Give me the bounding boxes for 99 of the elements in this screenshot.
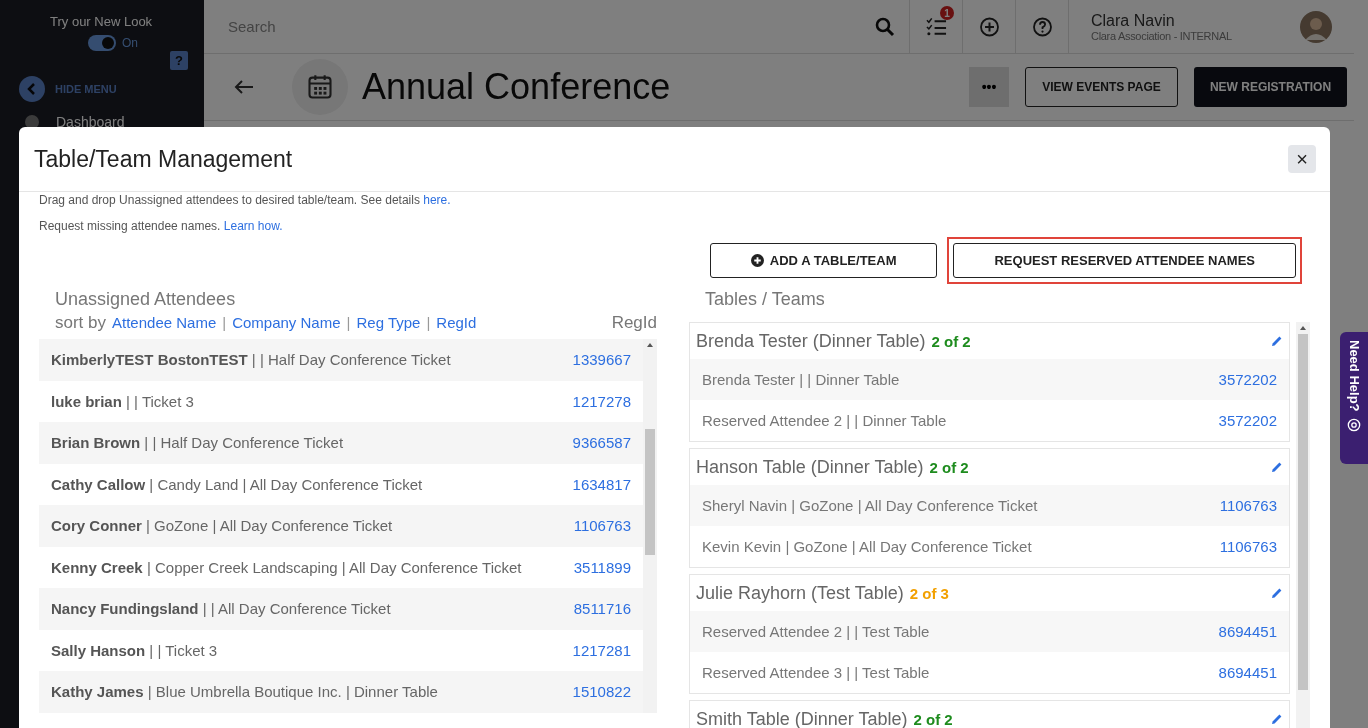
header-button[interactable]: NEW REGISTRATION	[1194, 67, 1347, 107]
registration-number-link[interactable]: 8511716	[573, 600, 631, 618]
registration-number-link[interactable]: 8694451	[1218, 664, 1277, 681]
attendee-text: Kenny Creek | Copper Creek Landscaping | All Day Conference Ticket	[51, 558, 522, 576]
info-text: Drag and drop Unassigned attendees to desired table/team. See details here.	[39, 192, 451, 209]
sidebar-item[interactable]: Dashboard	[56, 114, 125, 130]
registration-number-link[interactable]: 9366587	[572, 434, 631, 452]
attendee-row[interactable]: luke brian | | Ticket 3 1217278	[39, 380, 643, 422]
user-organization: Clara Association - INTERNAL	[1091, 29, 1233, 42]
modal-title: Table/Team Management	[34, 145, 293, 173]
help-link[interactable]: here.	[423, 193, 451, 207]
attendee-row[interactable]: KimberlyTEST BostonTEST | | Half Day Conference Ticket 1339667	[39, 339, 643, 381]
member-row[interactable]: Kevin Kevin | GoZone | All Day Conference Ticket 1106763	[690, 526, 1289, 567]
page-title: Annual Conference	[362, 66, 672, 108]
plus-circle-icon	[750, 254, 764, 267]
attendee-text: Kathy James | Blue Umbrella Boutique Inc. | Dinner Table	[51, 683, 438, 701]
scrollbar[interactable]	[1296, 322, 1310, 728]
help-icon[interactable]	[1031, 16, 1053, 37]
toggle-label: On	[122, 36, 138, 50]
attendee-text: Cory Conner | GoZone | All Day Conference Ticket	[51, 517, 393, 535]
registration-number-link[interactable]: 1339667	[572, 351, 631, 369]
separator: |	[346, 314, 351, 331]
registration-number-link[interactable]: 3572202	[1218, 371, 1277, 388]
registration-number-link[interactable]: 1634817	[572, 475, 631, 493]
new-look-label: Try our New Look	[49, 14, 154, 29]
registration-number-link[interactable]: 1510822	[572, 683, 631, 701]
member-text: Brenda Tester | | Dinner Table	[702, 371, 900, 388]
close-button[interactable]: ×	[1288, 145, 1316, 173]
member-text: Reserved Attendee 2 | | Test Table	[702, 623, 930, 640]
member-text: Sheryl Navin | GoZone | All Day Conference Ticket	[702, 497, 1038, 514]
attendee-text: Cathy Callow | Candy Land | All Day Conference Ticket	[51, 475, 423, 493]
attendee-row[interactable]: Kathy James | Blue Umbrella Boutique Inc. | Dinner Table 1510822	[39, 671, 643, 713]
section-title: Unassigned Attendees	[54, 289, 237, 311]
pencil-icon[interactable]	[1271, 461, 1283, 473]
member-row[interactable]: Reserved Attendee 2 | | Dinner Table 3572202	[690, 400, 1289, 441]
table-name: Brenda Tester (Dinner Table)	[696, 330, 926, 352]
registration-number-link[interactable]: 1106763	[573, 517, 631, 535]
member-row[interactable]: Reserved Attendee 2 | | Test Table 8694451	[690, 611, 1289, 652]
seat-count: 2 of 2	[913, 710, 953, 728]
help-link[interactable]: Learn how.	[223, 219, 283, 233]
attendee-text: luke brian | | Ticket 3	[51, 392, 194, 410]
sort-link[interactable]: RegId	[436, 314, 477, 331]
member-row[interactable]: Reserved Attendee 3 | | Test Table 8694451	[690, 652, 1289, 693]
attendee-text: Sally Hanson | | Ticket 3	[51, 641, 218, 659]
action-button[interactable]: ADD A TABLE/TEAM	[709, 243, 938, 278]
separator: |	[222, 314, 227, 331]
lifebuoy-icon	[1347, 417, 1361, 432]
registration-number-link[interactable]: 1217281	[572, 641, 631, 659]
registration-number-link[interactable]: 1106763	[1219, 497, 1277, 514]
avatar-icon[interactable]	[1300, 10, 1332, 43]
table-name: Julie Rayhorn (Test Table)	[696, 582, 904, 604]
attendee-row[interactable]: Kenny Creek | Copper Creek Landscaping | All Day Conference Ticket 3511899	[39, 546, 643, 588]
attendee-row[interactable]: Brian Brown | | Half Day Conference Ticket 9366587	[39, 422, 643, 464]
header-button[interactable]: VIEW EVENTS PAGE	[1025, 67, 1178, 107]
pencil-icon[interactable]	[1271, 335, 1283, 347]
user-name[interactable]: Clara Navin	[1091, 11, 1300, 30]
seat-count: 2 of 2	[931, 332, 971, 350]
seat-count: 2 of 2	[929, 458, 969, 476]
registration-number-link[interactable]: 1106763	[1219, 538, 1277, 555]
checklist-icon[interactable]	[925, 16, 947, 37]
member-row[interactable]: Sheryl Navin | GoZone | All Day Conference Ticket 1106763	[690, 485, 1289, 526]
registration-number-link[interactable]: 3572202	[1218, 412, 1277, 429]
member-row[interactable]: Brenda Tester | | Dinner Table 3572202	[690, 359, 1289, 400]
search-icon[interactable]	[875, 16, 895, 37]
registration-number-link[interactable]: 8694451	[1218, 623, 1277, 640]
attendee-row[interactable]: Sally Hanson | | Ticket 3 1217281	[39, 629, 643, 671]
notification-badge: 1	[940, 6, 954, 20]
add-icon[interactable]	[978, 16, 1000, 37]
registration-number-link[interactable]: 1217278	[572, 392, 631, 410]
separator: |	[426, 314, 431, 331]
section-title: Tables / Teams	[704, 289, 826, 311]
sort-link[interactable]: Attendee Name	[112, 314, 217, 331]
info-text: Request missing attendee names. Learn how.	[39, 218, 283, 235]
dashboard-icon	[24, 114, 40, 130]
scrollbar[interactable]	[643, 339, 657, 713]
pencil-icon[interactable]	[1271, 587, 1283, 599]
table-name: Smith Table (Dinner Table)	[696, 708, 908, 728]
column-header: RegId	[611, 313, 657, 333]
attendee-row[interactable]: Cathy Callow | Candy Land | All Day Conference Ticket 1634817	[39, 463, 643, 505]
attendee-text: Nancy Fundingsland | | All Day Conference Ticket	[51, 600, 391, 618]
sort-link[interactable]: Company Name	[232, 314, 341, 331]
action-button[interactable]: REQUEST RESERVED ATTENDEE NAMES	[953, 243, 1296, 278]
attendee-row[interactable]: Cory Conner | GoZone | All Day Conference Ticket 1106763	[39, 505, 643, 547]
member-text: Kevin Kevin | GoZone | All Day Conference Ticket	[702, 538, 1032, 555]
member-text: Reserved Attendee 2 | | Dinner Table	[702, 412, 947, 429]
sort-link[interactable]: Reg Type	[356, 314, 421, 331]
attendee-text: Brian Brown | | Half Day Conference Ticket	[51, 434, 344, 452]
more-button[interactable]: •••	[969, 67, 1009, 107]
member-text: Reserved Attendee 3 | | Test Table	[702, 664, 930, 681]
pencil-icon[interactable]	[1271, 713, 1283, 725]
attendee-row[interactable]: Nancy Fundingsland | | All Day Conference Ticket 8511716	[39, 588, 643, 630]
table-name: Hanson Table (Dinner Table)	[696, 456, 924, 478]
seat-count: 2 of 3	[909, 584, 949, 602]
attendee-text: KimberlyTEST BostonTEST | | Half Day Conference Ticket	[51, 351, 451, 369]
toggle-switch[interactable]	[88, 35, 116, 51]
sort-label: sort by	[55, 313, 107, 333]
back-arrow-icon[interactable]	[234, 79, 254, 95]
registration-number-link[interactable]: 3511899	[573, 558, 631, 576]
need-help-tab[interactable]: Need Help?	[1340, 332, 1368, 464]
